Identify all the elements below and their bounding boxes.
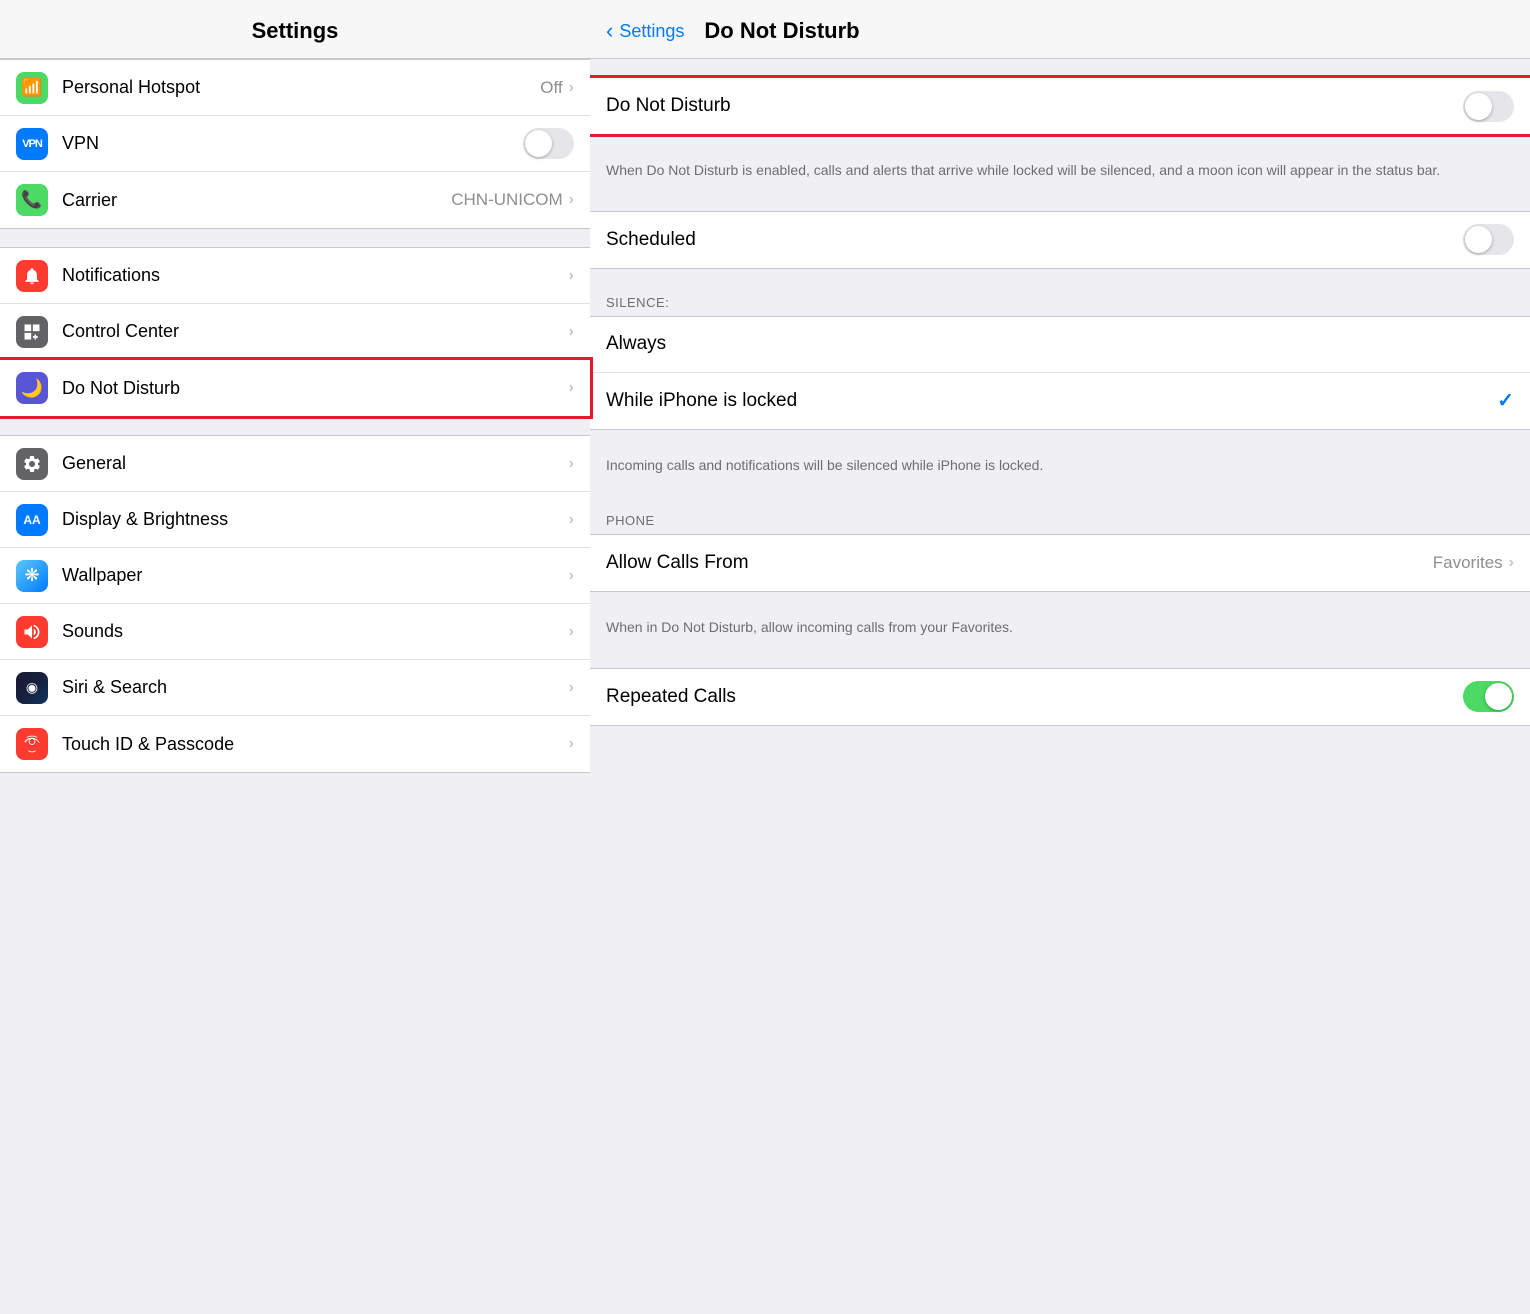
notifications-icon [16, 260, 48, 292]
silence-group: Always While iPhone is locked ✓ [590, 316, 1530, 430]
general-icon [16, 448, 48, 480]
wallpaper-chevron: › [569, 567, 574, 585]
carrier-row[interactable]: 📞 Carrier CHN-UNICOM › [0, 172, 590, 228]
general-chevron: › [569, 455, 574, 473]
dnd-description: When Do Not Disturb is enabled, calls an… [590, 153, 1530, 193]
scheduled-toggle-knob [1465, 226, 1492, 253]
siri-search-label: Siri & Search [62, 677, 569, 698]
sounds-icon [16, 616, 48, 648]
while-locked-checkmark: ✓ [1497, 388, 1514, 413]
silence-header: SILENCE: [590, 287, 1530, 316]
touch-id-row[interactable]: Touch ID & Passcode › [0, 716, 590, 772]
wallpaper-icon: ❋ [16, 560, 48, 592]
right-panel: ‹ Settings Do Not Disturb Do Not Disturb… [590, 0, 1530, 1314]
scheduled-group: Scheduled [590, 211, 1530, 269]
personal-hotspot-icon: 📶 [16, 72, 48, 104]
dnd-toggle[interactable] [1463, 91, 1514, 122]
connectivity-group: 📶 Personal Hotspot Off › VPN VPN 📞 Carri… [0, 59, 590, 229]
left-panel: Settings 📶 Personal Hotspot Off › VPN VP… [0, 0, 590, 1314]
control-center-label: Control Center [62, 321, 569, 342]
back-chevron-icon: ‹ [606, 18, 613, 44]
carrier-icon: 📞 [16, 184, 48, 216]
dnd-toggle-label: Do Not Disturb [606, 95, 1463, 117]
right-top-spacer [590, 59, 1530, 77]
display-brightness-chevron: › [569, 511, 574, 529]
right-title: Do Not Disturb [704, 18, 859, 44]
allow-calls-chevron: › [1509, 554, 1514, 572]
right-content: Do Not Disturb When Do Not Disturb is en… [590, 59, 1530, 1314]
sounds-row[interactable]: Sounds › [0, 604, 590, 660]
wallpaper-label: Wallpaper [62, 565, 569, 586]
allow-calls-label: Allow Calls From [606, 552, 1433, 574]
notifications-label: Notifications [62, 265, 569, 286]
preferences-group: General › AA Display & Brightness › ❋ Wa… [0, 435, 590, 773]
wallpaper-row[interactable]: ❋ Wallpaper › [0, 548, 590, 604]
repeated-calls-toggle-knob [1485, 683, 1512, 710]
allow-calls-value: Favorites [1433, 553, 1503, 573]
carrier-chevron: › [569, 191, 574, 209]
notifications-row[interactable]: Notifications › [0, 248, 590, 304]
siri-icon: ◉ [16, 672, 48, 704]
dnd-toggle-group: Do Not Disturb [590, 77, 1530, 135]
while-locked-row[interactable]: While iPhone is locked ✓ [590, 373, 1530, 429]
scheduled-row[interactable]: Scheduled [590, 212, 1530, 268]
repeated-calls-toggle[interactable] [1463, 681, 1514, 712]
display-icon: AA [16, 504, 48, 536]
display-brightness-label: Display & Brightness [62, 509, 569, 530]
locked-description: Incoming calls and notifications will be… [590, 448, 1530, 488]
left-header: Settings [0, 0, 590, 59]
spacer2 [0, 417, 590, 435]
personal-hotspot-label: Personal Hotspot [62, 77, 540, 98]
general-row[interactable]: General › [0, 436, 590, 492]
vpn-row[interactable]: VPN VPN [0, 116, 590, 172]
allow-calls-row[interactable]: Allow Calls From Favorites › [590, 535, 1530, 591]
sounds-label: Sounds [62, 621, 569, 642]
general-label: General [62, 453, 569, 474]
touch-id-chevron: › [569, 735, 574, 753]
right-header: ‹ Settings Do Not Disturb [590, 0, 1530, 59]
carrier-label: Carrier [62, 190, 451, 211]
control-center-row[interactable]: Control Center › [0, 304, 590, 360]
while-locked-label: While iPhone is locked [606, 390, 1497, 412]
settings-title: Settings [252, 18, 339, 43]
phone-section: PHONE [590, 505, 1530, 534]
spacer1 [0, 229, 590, 247]
always-row[interactable]: Always [590, 317, 1530, 373]
repeated-calls-row[interactable]: Repeated Calls [590, 669, 1530, 725]
carrier-value: CHN-UNICOM [451, 190, 562, 210]
do-not-disturb-icon: 🌙 [16, 372, 48, 404]
siri-search-chevron: › [569, 679, 574, 697]
siri-search-row[interactable]: ◉ Siri & Search › [0, 660, 590, 716]
dnd-toggle-knob [1465, 93, 1492, 120]
touch-id-icon [16, 728, 48, 760]
back-button[interactable]: Settings [619, 21, 684, 42]
vpn-toggle-knob [525, 130, 552, 157]
personal-hotspot-value: Off [540, 78, 562, 98]
touch-id-label: Touch ID & Passcode [62, 734, 569, 755]
vpn-icon: VPN [16, 128, 48, 160]
scheduled-label: Scheduled [606, 229, 1463, 251]
personal-hotspot-row[interactable]: 📶 Personal Hotspot Off › [0, 60, 590, 116]
do-not-disturb-row[interactable]: 🌙 Do Not Disturb › [0, 360, 590, 416]
control-center-chevron: › [569, 323, 574, 341]
vpn-toggle[interactable] [523, 128, 574, 159]
display-brightness-row[interactable]: AA Display & Brightness › [0, 492, 590, 548]
do-not-disturb-label: Do Not Disturb [62, 378, 569, 399]
do-not-disturb-chevron: › [569, 379, 574, 397]
control-center-icon [16, 316, 48, 348]
favorites-description: When in Do Not Disturb, allow incoming c… [590, 610, 1530, 650]
notifications-chevron: › [569, 267, 574, 285]
scheduled-toggle[interactable] [1463, 224, 1514, 255]
phone-header: PHONE [590, 505, 1530, 534]
repeated-calls-label: Repeated Calls [606, 686, 1463, 708]
phone-group: Allow Calls From Favorites › [590, 534, 1530, 592]
vpn-label: VPN [62, 133, 523, 154]
silence-section: SILENCE: [590, 287, 1530, 316]
repeated-calls-group: Repeated Calls [590, 668, 1530, 726]
personal-hotspot-chevron: › [569, 79, 574, 97]
dnd-toggle-row[interactable]: Do Not Disturb [590, 78, 1530, 134]
sounds-chevron: › [569, 623, 574, 641]
system-group: Notifications › Control Center › 🌙 Do No… [0, 247, 590, 417]
always-label: Always [606, 333, 1514, 355]
